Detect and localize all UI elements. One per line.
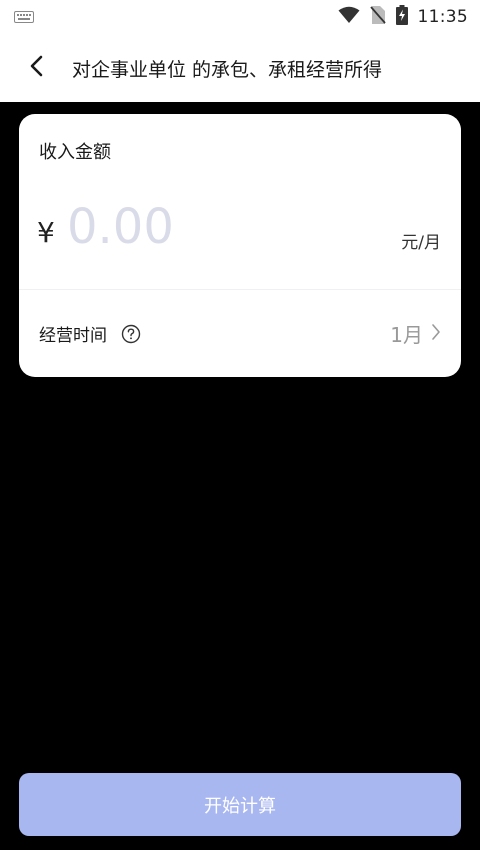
chevron-left-icon [29, 55, 43, 81]
back-button[interactable] [18, 50, 54, 86]
no-sim-icon [369, 5, 386, 29]
page-title: 对企事业单位 的承包、承租经营所得 [72, 58, 383, 81]
chevron-right-icon [431, 323, 441, 345]
income-card: 收入金额 ¥ 元/月 经营时间 1月 [19, 114, 461, 377]
income-amount-label: 收入金额 [39, 142, 111, 163]
business-period-selector[interactable]: 1月 [390, 319, 441, 348]
business-period-value: 1月 [390, 323, 423, 347]
screen: 11:35 对企事业单位 的承包、承租经营所得 收入金额 ¥ 元/月 经营时间 [0, 0, 480, 850]
currency-symbol: ¥ [37, 216, 55, 249]
status-left [14, 8, 34, 27]
income-amount-input[interactable] [67, 196, 367, 258]
start-calculation-button[interactable]: 开始计算 [19, 773, 461, 836]
status-bar: 11:35 [0, 0, 480, 34]
unit-label: 元/月 [401, 233, 441, 253]
battery-charging-icon [395, 5, 408, 29]
business-period-row[interactable]: 经营时间 1月 [19, 290, 461, 377]
title-bar: 对企事业单位 的承包、承租经营所得 [0, 34, 480, 102]
status-right: 11:35 [338, 5, 469, 29]
question-circle-icon[interactable] [121, 324, 141, 344]
keyboard-icon [14, 8, 34, 27]
wifi-icon [338, 6, 360, 28]
business-period-label: 经营时间 [39, 326, 107, 346]
status-time: 11:35 [417, 7, 468, 27]
